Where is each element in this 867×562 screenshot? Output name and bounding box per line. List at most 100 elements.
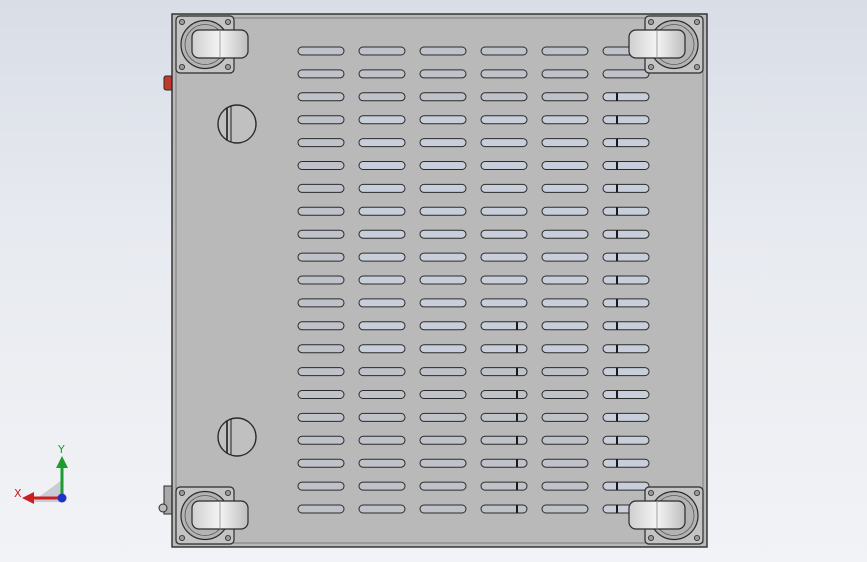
vent-slot xyxy=(297,412,345,422)
vent-slot xyxy=(297,458,345,468)
vent-slot xyxy=(297,115,345,125)
vent-slot xyxy=(297,481,345,491)
vent-slot xyxy=(541,161,589,170)
vent-slot xyxy=(297,298,345,308)
vent-slot xyxy=(358,229,406,239)
vent-slot xyxy=(297,367,345,377)
vent-slot xyxy=(602,458,650,468)
vent-slot xyxy=(297,183,345,193)
y-arrow-icon xyxy=(56,456,68,468)
vent-slot xyxy=(358,367,406,377)
vent-slot xyxy=(419,481,467,491)
vent-slot xyxy=(541,321,589,331)
vent-slot xyxy=(541,298,589,308)
vent-slot xyxy=(358,206,406,216)
vent-slot xyxy=(541,92,589,102)
vent-slot xyxy=(358,92,406,102)
vent-slot xyxy=(480,275,528,285)
vent-slot xyxy=(358,275,406,285)
y-axis-label: Y xyxy=(57,443,65,456)
vent-slot xyxy=(297,390,345,399)
vent-slot xyxy=(358,138,406,148)
vent-slot xyxy=(297,69,345,79)
vent-slot xyxy=(358,321,406,331)
vent-slot xyxy=(297,252,345,262)
vent-slot xyxy=(419,252,467,262)
vent-slot xyxy=(358,161,406,170)
vent-slot xyxy=(541,69,589,79)
vent-slot xyxy=(419,275,467,285)
vent-slot xyxy=(480,206,528,216)
vent-slot xyxy=(541,252,589,262)
plate-model-view[interactable] xyxy=(0,0,867,562)
x-axis-label: X xyxy=(14,487,22,500)
vent-slot xyxy=(480,367,528,377)
vent-slot xyxy=(419,92,467,102)
vent-slot xyxy=(541,458,589,468)
vent-slot xyxy=(602,183,650,193)
vent-slot xyxy=(358,458,406,468)
vent-slot xyxy=(602,138,650,148)
axis-triad: Y X xyxy=(14,443,68,504)
vent-slot xyxy=(419,412,467,422)
vent-slot xyxy=(419,229,467,239)
vent-slot xyxy=(480,161,528,170)
vent-slot xyxy=(541,344,589,354)
vent-slot xyxy=(602,412,650,422)
vent-slot xyxy=(297,46,345,56)
vent-slot xyxy=(602,161,650,170)
vent-slot xyxy=(480,183,528,193)
vent-slot xyxy=(480,435,528,445)
vent-slot xyxy=(541,481,589,491)
vent-slot xyxy=(541,183,589,193)
vent-slot xyxy=(419,435,467,445)
vent-slot xyxy=(602,344,650,354)
vent-slot xyxy=(297,92,345,102)
vent-slot xyxy=(297,229,345,239)
vent-slot xyxy=(419,183,467,193)
vent-slot xyxy=(358,390,406,399)
vent-slot xyxy=(419,298,467,308)
vent-slot xyxy=(419,504,467,514)
vent-slot xyxy=(480,92,528,102)
vent-slot xyxy=(358,298,406,308)
vent-slot xyxy=(297,504,345,514)
vent-slot xyxy=(419,138,467,148)
vent-slot xyxy=(602,321,650,331)
vent-slot xyxy=(480,138,528,148)
vent-slot xyxy=(419,115,467,125)
vent-slot xyxy=(541,435,589,445)
vent-slot xyxy=(419,390,467,399)
vent-slot xyxy=(480,390,528,399)
vent-slot xyxy=(480,69,528,79)
vent-slot xyxy=(419,458,467,468)
vent-slot xyxy=(358,115,406,125)
vent-slot xyxy=(602,69,650,79)
vent-slot xyxy=(480,412,528,422)
vent-slot xyxy=(480,481,528,491)
vent-slot xyxy=(602,481,650,491)
vent-slot xyxy=(541,412,589,422)
round-hole-icon xyxy=(217,417,257,457)
vent-slot xyxy=(358,504,406,514)
vent-slot xyxy=(480,229,528,239)
vent-slot xyxy=(480,458,528,468)
vent-slot xyxy=(297,275,345,285)
vent-slot xyxy=(602,229,650,239)
vent-slot xyxy=(602,435,650,445)
vent-slot xyxy=(419,206,467,216)
vent-slot xyxy=(419,344,467,354)
vent-slot xyxy=(541,46,589,56)
vent-slot xyxy=(358,344,406,354)
vent-slot xyxy=(602,92,650,102)
vent-slot xyxy=(541,390,589,399)
z-axis-dot xyxy=(57,493,67,503)
vent-slot xyxy=(297,435,345,445)
cad-graphics-viewport[interactable]: Y X xyxy=(0,0,867,562)
vent-slot xyxy=(358,46,406,56)
vent-slot xyxy=(358,412,406,422)
vent-slot xyxy=(602,275,650,285)
vent-slot xyxy=(541,115,589,125)
round-hole-icon xyxy=(217,104,257,144)
vent-slot xyxy=(297,161,345,170)
